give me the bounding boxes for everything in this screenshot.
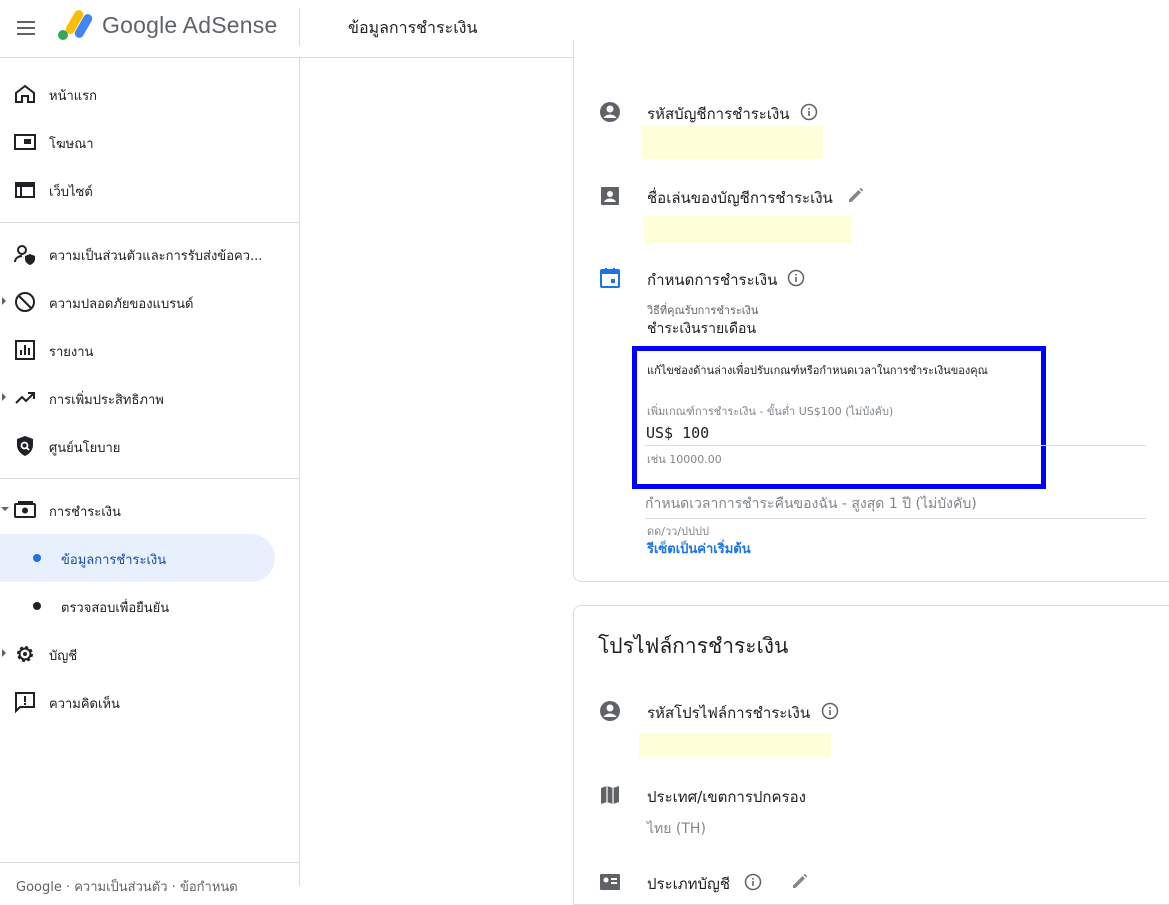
sidebar-divider [0,862,299,863]
brand-name: Google AdSense [102,12,278,38]
sidebar-item-label: หน้าแรก [49,89,97,104]
sidebar-item-label: ความปลอดภัยของแบรนด์ [49,297,194,312]
sidebar-subitem-verification[interactable]: ตรวจสอบเพื่อยืนยัน [0,582,275,630]
schedule-label: กำหนดการชำระเงิน [647,271,778,289]
badge-card-icon [600,874,620,890]
sidebar-item-label: โฆษณา [49,137,94,152]
redacted-nickname [643,216,851,243]
edit-pencil-icon[interactable] [846,185,866,205]
active-dot-icon [33,554,41,562]
privacy-icon [14,245,35,265]
sidebar-subitem-payment-info[interactable]: ข้อมูลการชำระเงิน [0,534,275,582]
profile-id-label: รหัสโปรไฟล์การชำระเงิน [647,704,811,722]
sidebar-subitem-label: ตรวจสอบเพื่อยืนยัน [61,601,170,616]
menu-icon[interactable] [14,16,38,40]
nickname-label: ชื่อเล่นของบัญชีการชำระเงิน [647,189,833,207]
threshold-field-label: เพิ่มเกณฑ์การชำระเงิน - ขั้นต่ำ US$100 (… [647,405,894,418]
account-circle-icon [600,102,620,122]
header-divider [299,8,300,46]
sidebar-footer-links[interactable]: Google · ความเป็นส่วนตัว · ข้อกำหนด [16,876,238,897]
adsense-logo-icon [58,10,93,40]
home-icon [15,84,35,103]
edit-hint-text: แก้ไขช่องด้านล่างเพื่อปรับเกณฑ์หรือกำหนด… [647,364,988,377]
sidebar-item-label: บัญชี [49,649,78,664]
reset-default-link[interactable]: รีเซ็ตเป็นค่าเริ่มต้น [647,538,751,559]
caret-down-icon [1,507,9,511]
sidebar-item-home[interactable]: หน้าแรก [0,70,300,118]
info-icon[interactable] [821,702,839,720]
payment-method-caption: วิธีที่คุณรับการชำระเงิน [647,304,759,317]
contact-card-icon [601,187,619,205]
sidebar-item-label: การเพิ่มประสิทธิภาพ [49,393,164,408]
block-icon [15,292,35,312]
redacted-account-id [642,126,823,159]
trending-up-icon [15,392,35,404]
account-type-label: ประเภทบัญชี [647,875,731,893]
sidebar-nav: หน้าแรก โฆษณา เว็บไซต์ ความเป็นส่วนตัวแล… [0,58,300,895]
threshold-example-hint: เช่น 10000.00 [647,453,722,466]
sidebar-item-ads[interactable]: โฆษณา [0,118,300,166]
sidebar-item-sites[interactable]: เว็บไซต์ [0,166,300,214]
country-label: ประเทศ/เขตการปกครอง [647,788,806,806]
payment-method-value: ชำระเงินรายเดือน [647,321,757,337]
sidebar-item-policy-center[interactable]: ศูนย์นโยบาย [0,422,300,470]
sidebar-item-label: ความคิดเห็น [49,697,120,712]
dot-icon [33,602,41,610]
caret-right-icon [2,297,6,305]
gear-icon [17,646,33,662]
info-icon[interactable] [787,269,805,287]
policy-shield-icon [17,436,33,456]
page-title: ข้อมูลการชำระเงิน [348,18,478,37]
sidebar-item-account[interactable]: บัญชี [0,630,300,678]
country-value: ไทย (TH) [647,821,706,837]
edit-pencil-icon[interactable] [790,871,810,891]
info-icon[interactable] [744,873,762,891]
sidebar-item-label: ความเป็นส่วนตัวและการรับส่งข้อคว... [49,249,263,264]
sidebar-item-optimization[interactable]: การเพิ่มประสิทธิภาพ [0,374,300,422]
feedback-icon [15,692,35,714]
sidebar-item-reports[interactable]: รายงาน [0,326,300,374]
sidebar-item-label: ศูนย์นโยบาย [49,441,121,456]
payments-icon [14,501,36,518]
sidebar-item-payments[interactable]: การชำระเงิน [0,486,300,534]
reports-icon [15,340,35,360]
sidebar-divider [0,222,299,223]
info-icon[interactable] [800,103,818,121]
caret-right-icon [2,393,6,401]
sidebar-subitem-label: ข้อมูลการชำระเงิน [61,553,167,568]
ads-icon [14,134,36,150]
redacted-profile-id [639,733,831,757]
sidebar-item-brand-safety[interactable]: ความปลอดภัยของแบรนด์ [0,278,300,326]
calendar-icon [600,268,620,288]
sidebar-divider [0,478,299,479]
sidebar-item-feedback[interactable]: ความคิดเห็น [0,678,300,726]
map-icon [601,786,619,804]
sidebar-item-label: รายงาน [49,345,94,360]
account-id-label: รหัสบัญชีการชำระเงิน [647,105,790,123]
caret-right-icon [2,649,6,657]
payment-threshold-input[interactable] [645,420,1146,446]
sidebar-item-label: เว็บไซต์ [49,185,93,200]
sidebar-item-privacy-messaging[interactable]: ความเป็นส่วนตัวและการรับส่งข้อคว... [0,230,300,278]
payout-schedule-input[interactable]: กำหนดเวลาการชำระคืนของฉัน - สูงสุด 1 ปี … [645,490,1146,519]
sidebar-item-label: การชำระเงิน [49,505,121,520]
payment-profile-title: โปรไฟล์การชำระเงิน [598,634,789,658]
account-circle-icon [600,701,620,721]
sites-icon [15,182,35,198]
